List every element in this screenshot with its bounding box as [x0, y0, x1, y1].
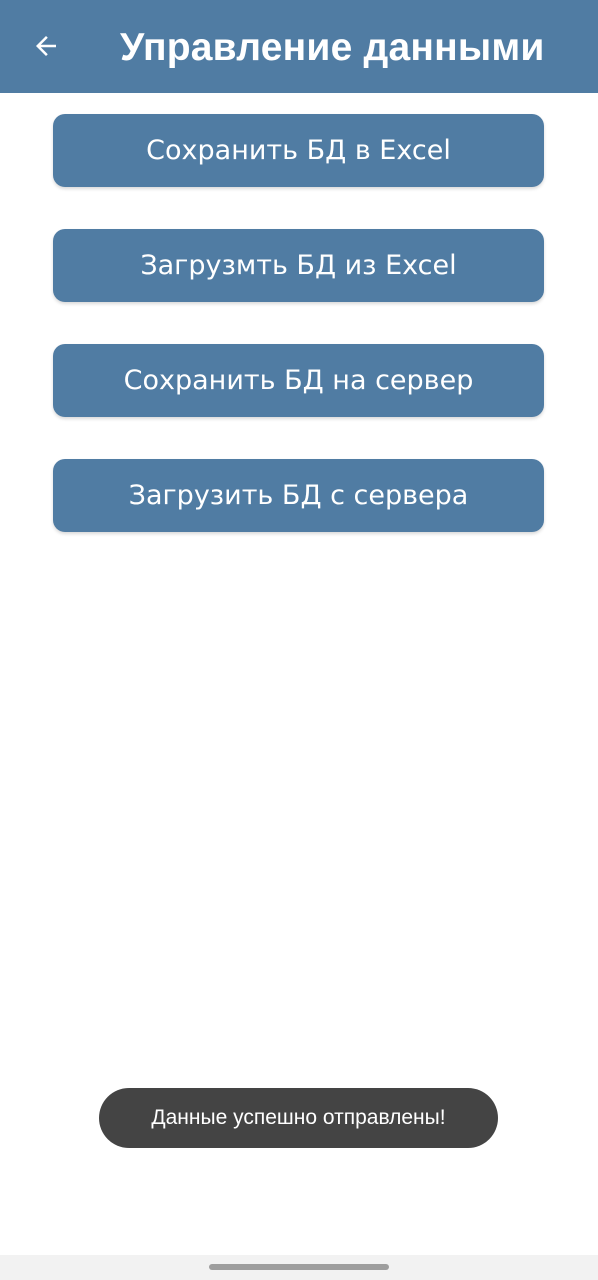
load-db-server-button[interactable]: Загрузить БД с сервера: [53, 459, 544, 532]
save-db-excel-button[interactable]: Сохранить БД в Excel: [53, 114, 544, 187]
toast-message: Данные успешно отправлены!: [99, 1088, 498, 1148]
app-bar: Управление данными: [0, 0, 598, 93]
arrow-left-icon: [36, 36, 56, 56]
save-db-server-button[interactable]: Сохранить БД на сервер: [53, 344, 544, 417]
system-nav-bar: [0, 1255, 598, 1280]
back-button[interactable]: [26, 26, 66, 66]
home-indicator[interactable]: [209, 1264, 389, 1270]
page-title: Управление данными: [120, 26, 545, 69]
load-db-excel-button[interactable]: Загрузмть БД из Excel: [53, 229, 544, 302]
